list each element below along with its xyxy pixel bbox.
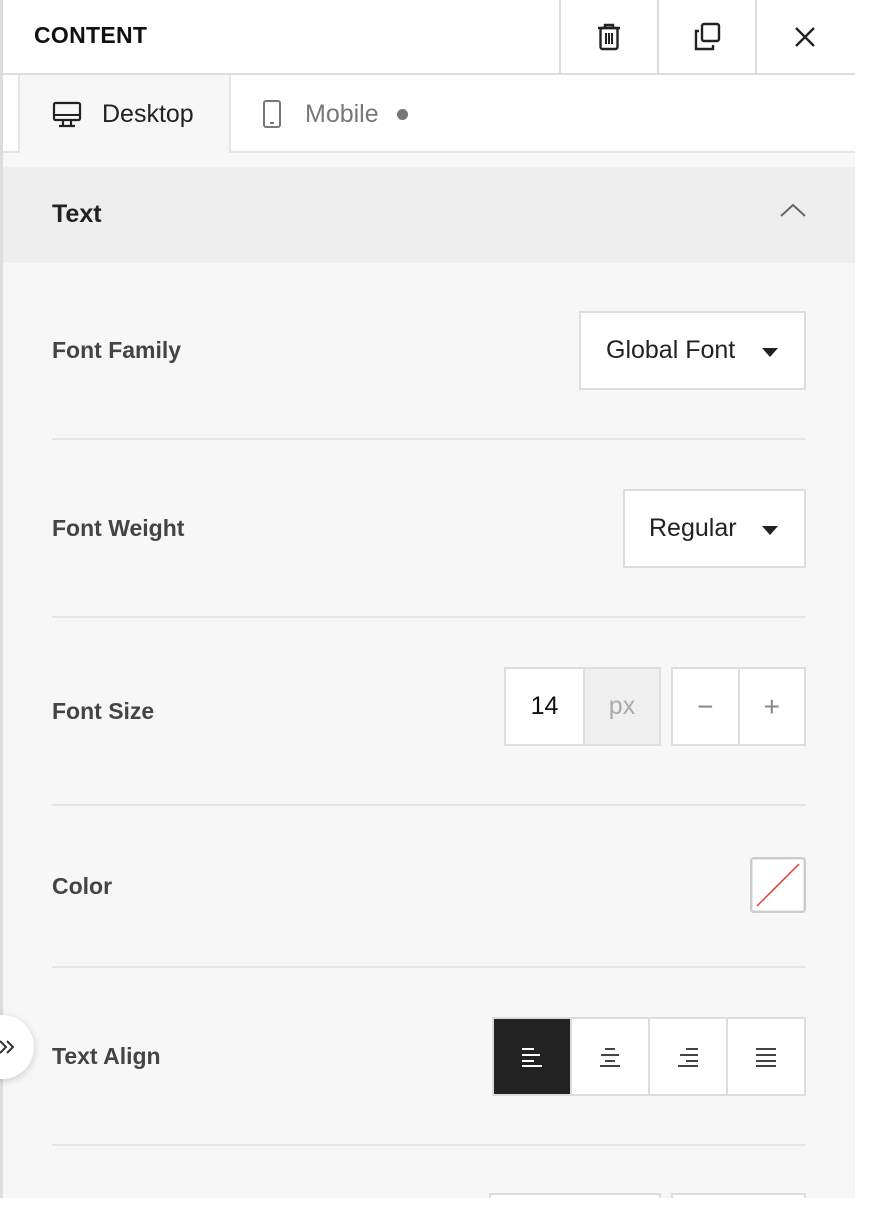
mobile-icon (263, 100, 281, 128)
font-family-label: Font Family (52, 337, 182, 363)
align-right-icon (678, 1047, 698, 1067)
duplicate-button[interactable] (657, 0, 755, 73)
color-swatch[interactable] (750, 857, 806, 913)
delete-button[interactable] (559, 0, 657, 73)
no-color-slash-icon (756, 863, 800, 907)
content-panel: CONTENT Desktop Mobile Text Font Family … (0, 0, 855, 1198)
align-left-button[interactable] (494, 1019, 570, 1094)
font-family-select[interactable]: Global Font (579, 311, 806, 390)
tab-mobile[interactable]: Mobile (261, 75, 408, 153)
chevron-up-icon[interactable] (779, 202, 807, 218)
partial-control[interactable] (671, 1193, 806, 1198)
text-align-group (492, 1017, 806, 1096)
divider (52, 1144, 806, 1146)
text-section-header[interactable]: Text (3, 167, 855, 263)
unsaved-indicator-dot (396, 108, 408, 120)
align-left-icon (522, 1047, 542, 1067)
trash-icon (598, 23, 620, 50)
font-family-value: Global Font (606, 336, 736, 364)
double-chevron-right-icon (0, 1040, 15, 1054)
text-align-label: Text Align (52, 1043, 161, 1069)
section-title: Text (52, 200, 102, 228)
desktop-icon (52, 101, 82, 127)
tab-mobile-label: Mobile (305, 99, 379, 128)
font-weight-label: Font Weight (52, 515, 185, 541)
font-size-stepper: − + (671, 667, 806, 746)
divider (52, 616, 806, 618)
decrement-button[interactable]: − (673, 669, 738, 744)
align-justify-button[interactable] (726, 1019, 804, 1094)
increment-button[interactable]: + (737, 669, 805, 744)
font-weight-value: Regular (649, 514, 737, 542)
divider (52, 804, 806, 806)
tab-desktop-label: Desktop (102, 99, 194, 128)
device-tabs: Desktop Mobile (3, 75, 855, 153)
caret-down-icon (762, 526, 778, 535)
font-size-unit: px (583, 669, 659, 744)
close-icon (795, 26, 815, 47)
font-weight-select[interactable]: Regular (623, 489, 806, 568)
align-justify-icon (756, 1047, 776, 1067)
divider (52, 966, 806, 968)
font-size-value[interactable]: 14 (506, 669, 583, 744)
partial-control[interactable] (489, 1193, 661, 1198)
panel-header: CONTENT (3, 0, 855, 75)
panel-title: CONTENT (34, 22, 148, 48)
align-right-button[interactable] (648, 1019, 726, 1094)
align-center-button[interactable] (570, 1019, 648, 1094)
color-label: Color (52, 873, 113, 899)
caret-down-icon (762, 348, 778, 357)
close-button[interactable] (755, 0, 853, 73)
tab-desktop[interactable]: Desktop (18, 75, 231, 153)
font-size-input[interactable]: 14 px (504, 667, 661, 746)
font-size-label: Font Size (52, 698, 155, 724)
align-center-icon (600, 1047, 620, 1067)
divider (52, 438, 806, 440)
duplicate-icon (694, 22, 721, 50)
